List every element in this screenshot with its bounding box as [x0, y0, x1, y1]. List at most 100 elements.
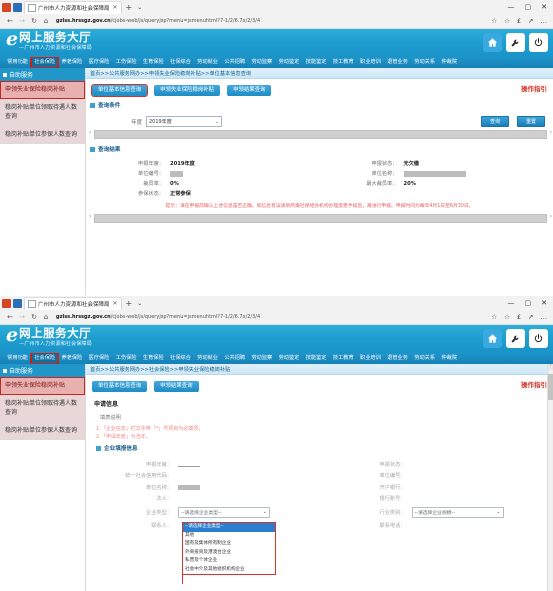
nav-item-1[interactable]: 社会保险: [31, 353, 58, 364]
query-button[interactable]: 查询: [481, 116, 509, 127]
industry-type-select[interactable]: --请选择企业规模-- ⌄: [412, 507, 504, 518]
enterprise-type-select[interactable]: --请选择企业类型-- ⌄: [178, 507, 270, 518]
share-icon[interactable]: ↗: [528, 313, 533, 321]
dropdown-option-4[interactable]: 私营及个体企业: [183, 557, 275, 566]
dropdown-option-5[interactable]: 社会中介及其他组织机构企业: [183, 566, 275, 575]
browser-tab[interactable]: 广州市人力资源和社会保障局 ✕: [24, 1, 122, 14]
sidebar-item-apply-subsidy[interactable]: 申领失业保险稳岗补贴: [0, 377, 85, 395]
power-button[interactable]: [529, 33, 548, 52]
nav-item-14[interactable]: 退管业务: [384, 57, 411, 68]
nav-item-8[interactable]: 公共招聘: [221, 57, 248, 68]
tab-unit-basic-info[interactable]: 单位基本信息查询: [92, 85, 147, 96]
tab-result-query[interactable]: 申领结果查询: [227, 85, 271, 96]
browser-tab[interactable]: 广州市人力资源和社会保障局 ✕: [24, 297, 122, 310]
nav-item-7[interactable]: 劳动就业: [194, 57, 221, 68]
nav-item-0[interactable]: 常用功能: [4, 57, 31, 68]
nav-item-9[interactable]: 劳动监察: [248, 353, 275, 364]
nav-item-8[interactable]: 公共招聘: [221, 353, 248, 364]
close-tab-icon[interactable]: ✕: [113, 300, 118, 307]
reading-list-icon[interactable]: £: [517, 313, 521, 321]
new-tab-icon[interactable]: +: [126, 3, 133, 12]
collections-icon[interactable]: ☆: [504, 17, 510, 25]
maximize-icon[interactable]: ▢: [525, 4, 532, 11]
reset-button[interactable]: 重置: [517, 116, 545, 127]
sidebar-item-insured-count-query[interactable]: 稳岗补贴单位参保人数查询: [0, 126, 85, 144]
tools-button[interactable]: [506, 33, 525, 52]
nav-item-1[interactable]: 社会保险: [31, 57, 58, 68]
nav-item-16[interactable]: 仲裁院: [438, 353, 460, 364]
home-icon[interactable]: ⌂: [40, 313, 52, 321]
nav-item-2[interactable]: 养老保险: [58, 353, 85, 364]
nav-item-14[interactable]: 退管业务: [384, 353, 411, 364]
sidebar-item-benefit-count-query[interactable]: 稳岗补贴单位领取待遇人数查询: [0, 99, 85, 126]
nav-item-9[interactable]: 劳动监察: [248, 57, 275, 68]
chevron-down-icon[interactable]: ⌄: [137, 4, 142, 11]
horizontal-scrollbar-2[interactable]: [94, 214, 547, 223]
tab-result-query[interactable]: 申领结果查询: [154, 381, 198, 392]
dropdown-option-0[interactable]: --请选择企业类型--: [183, 523, 275, 532]
year-select[interactable]: 2019年度 ⌄: [146, 116, 222, 127]
dropdown-option-1[interactable]: 其他: [183, 532, 275, 541]
dropdown-option-2[interactable]: 国有及集体所有制企业: [183, 540, 275, 549]
nav-item-10[interactable]: 劳动鉴定: [275, 353, 302, 364]
back-icon[interactable]: ←: [4, 313, 16, 321]
tab-unit-basic-info[interactable]: 单位基本信息查询: [92, 381, 147, 392]
new-tab-icon[interactable]: +: [126, 299, 133, 308]
minimize-icon[interactable]: —: [508, 4, 515, 11]
horizontal-scrollbar-1[interactable]: [94, 130, 547, 139]
nav-item-6[interactable]: 社保综合: [167, 57, 194, 68]
refresh-icon[interactable]: ↻: [28, 17, 40, 25]
close-window-icon[interactable]: ✕: [541, 4, 547, 11]
address-bar[interactable]: gzlss.hrssgz.gov.cn/cjobs-web/js/queryjs…: [56, 312, 487, 322]
nav-item-16[interactable]: 仲裁院: [438, 57, 460, 68]
address-bar[interactable]: gzlss.hrssgz.gov.cn/cjobs-web/js/queryjs…: [56, 16, 487, 26]
operation-guide-link[interactable]: 操作指引: [521, 379, 547, 389]
nav-item-13[interactable]: 职业培训: [357, 353, 384, 364]
enterprise-type-dropdown[interactable]: --请选择企业类型--其他国有及集体所有制企业外商投资及港澳台企业私营及个体企业…: [182, 522, 276, 575]
reading-list-icon[interactable]: £: [517, 17, 521, 25]
dropdown-option-3[interactable]: 外商投资及港澳台企业: [183, 549, 275, 558]
close-tab-icon[interactable]: ✕: [113, 4, 118, 11]
nav-item-4[interactable]: 工伤保险: [113, 57, 140, 68]
nav-item-4[interactable]: 工伤保险: [113, 353, 140, 364]
nav-item-11[interactable]: 技能鉴定: [303, 353, 330, 364]
scroll-up-icon[interactable]: ˄: [548, 364, 553, 370]
nav-item-11[interactable]: 技能鉴定: [303, 57, 330, 68]
settings-menu-icon[interactable]: …: [541, 17, 548, 25]
favorite-star-icon[interactable]: ☆: [491, 17, 497, 25]
nav-item-5[interactable]: 生育保险: [140, 57, 167, 68]
sidebar-item-benefit-count-query[interactable]: 稳岗补贴单位领取待遇人数查询: [0, 395, 85, 422]
nav-item-3[interactable]: 医疗保险: [85, 57, 112, 68]
home-icon[interactable]: ⌂: [40, 17, 52, 25]
favorite-star-icon[interactable]: ☆: [491, 313, 497, 321]
forward-icon[interactable]: →: [16, 313, 28, 321]
home-button[interactable]: [483, 33, 502, 52]
minimize-icon[interactable]: —: [508, 300, 515, 307]
nav-item-5[interactable]: 生育保险: [140, 353, 167, 364]
close-window-icon[interactable]: ✕: [541, 300, 547, 307]
maximize-icon[interactable]: ▢: [525, 300, 532, 307]
nav-item-15[interactable]: 劳动关系: [411, 353, 438, 364]
tab-apply-subsidy[interactable]: 申领失业保险稳岗补贴: [154, 85, 220, 96]
nav-item-6[interactable]: 社保综合: [167, 353, 194, 364]
collections-icon[interactable]: ☆: [504, 313, 510, 321]
back-icon[interactable]: ←: [4, 17, 16, 25]
nav-item-2[interactable]: 养老保险: [58, 57, 85, 68]
settings-menu-icon[interactable]: …: [541, 313, 548, 321]
nav-item-7[interactable]: 劳动就业: [194, 353, 221, 364]
tools-button[interactable]: [506, 329, 525, 348]
forward-icon[interactable]: →: [16, 17, 28, 25]
operation-guide-link[interactable]: 操作指引: [521, 83, 547, 93]
nav-item-13[interactable]: 职业培训: [357, 57, 384, 68]
nav-item-10[interactable]: 劳动鉴定: [275, 57, 302, 68]
nav-item-15[interactable]: 劳动关系: [411, 57, 438, 68]
chevron-down-icon[interactable]: ⌄: [137, 300, 142, 307]
nav-item-0[interactable]: 常用功能: [4, 353, 31, 364]
scrollbar-thumb[interactable]: [548, 374, 553, 400]
power-button[interactable]: [529, 329, 548, 348]
vertical-scrollbar-2[interactable]: ˄: [547, 364, 553, 591]
sidebar-item-insured-count-query[interactable]: 稳岗补贴单位参保人数查询: [0, 422, 85, 440]
refresh-icon[interactable]: ↻: [28, 313, 40, 321]
nav-item-3[interactable]: 医疗保险: [85, 353, 112, 364]
nav-item-12[interactable]: 技工教育: [330, 57, 357, 68]
